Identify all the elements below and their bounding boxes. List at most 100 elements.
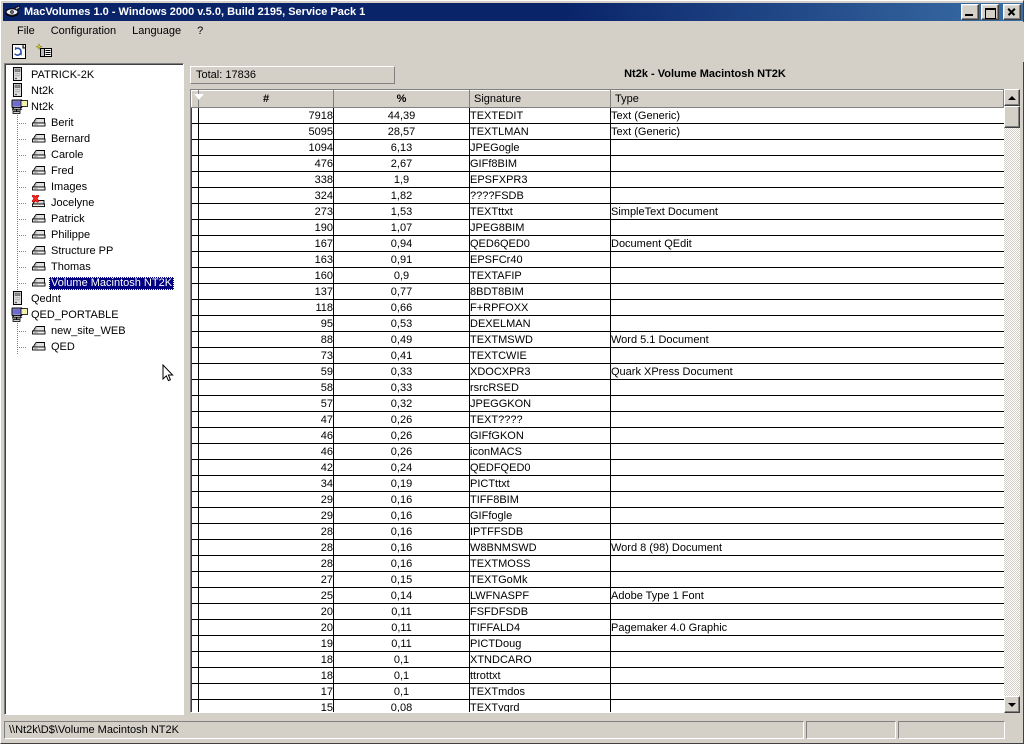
tree-node[interactable]: Bernard — [5, 131, 183, 147]
tree-node[interactable]: Structure PP — [5, 243, 183, 259]
table-row[interactable]: 137 0,77 8BDT8BIM — [191, 283, 1004, 300]
table-row[interactable]: 28 0,16 TEXTMOSS — [191, 555, 1004, 572]
tree-node[interactable]: Carole — [5, 147, 183, 163]
table-row[interactable]: 28 0,16 IPTFFSDB — [191, 523, 1004, 540]
vertical-scrollbar[interactable] — [1004, 89, 1020, 713]
tree-node[interactable]: QED — [5, 339, 183, 355]
new-report-button[interactable] — [33, 41, 55, 62]
column-header-signature[interactable]: Signature — [469, 90, 611, 108]
table-row[interactable]: 5095 28,57 TEXTLMAN Text (Generic) — [191, 123, 1004, 140]
table-row[interactable]: 118 0,66 F+RPFOXX — [191, 299, 1004, 316]
chevron-down-icon — [1008, 702, 1016, 707]
tree-node[interactable]: PATRICK-2K — [5, 67, 183, 83]
table-row[interactable]: 29 0,16 GIFfogle — [191, 507, 1004, 524]
tree-node-label: new_site_WEB — [51, 324, 126, 337]
table-row[interactable]: 476 2,67 GIFf8BIM — [191, 155, 1004, 172]
column-header-count[interactable]: # — [198, 90, 334, 108]
volume-tree-panel[interactable]: PATRICK-2K Nt2k Nt2k Berit Bernard Carole Fred… — [4, 63, 184, 715]
cell-signature: JPEG8BIM — [469, 219, 611, 236]
tree-node-label: Jocelyne — [51, 196, 95, 209]
tree-guide — [17, 115, 18, 131]
table-row[interactable]: 18 0,1 ttrottxt — [191, 667, 1004, 684]
table-row[interactable]: 73 0,41 TEXTCWIE — [191, 347, 1004, 364]
table-row[interactable]: 338 1,9 EPSFXPR3 — [191, 171, 1004, 188]
table-row[interactable]: 17 0,1 TEXTmdos — [191, 683, 1004, 700]
table-row[interactable]: 160 0,9 TEXTAFIP — [191, 267, 1004, 284]
tree-node[interactable]: Fred — [5, 163, 183, 179]
cell-count: 15 — [198, 699, 334, 712]
table-header-row: # % Signature Type — [191, 90, 1004, 108]
table-row[interactable]: 42 0,24 QEDFQED0 — [191, 459, 1004, 476]
table-row[interactable]: 1094 6,13 JPEGogle — [191, 139, 1004, 156]
maximize-button[interactable] — [981, 4, 999, 20]
tree-indent — [5, 275, 31, 291]
table-row[interactable]: 163 0,91 EPSFCr40 — [191, 251, 1004, 268]
menu-item-language[interactable]: Language — [124, 23, 189, 39]
menu-item-file[interactable]: File — [9, 23, 43, 39]
tree-node[interactable]: QED_PORTABLE — [5, 307, 183, 323]
tree-node[interactable]: new_site_WEB — [5, 323, 183, 339]
table-row[interactable]: 47 0,26 TEXT???? — [191, 411, 1004, 428]
table-row[interactable]: 20 0,11 FSFDFSDB — [191, 603, 1004, 620]
cell-count: 28 — [198, 555, 334, 572]
table-row[interactable]: 29 0,16 TIFF8BIM — [191, 491, 1004, 508]
refresh-button[interactable] — [8, 41, 30, 62]
table-row[interactable]: 27 0,15 TEXTGoMk — [191, 571, 1004, 588]
tree-node[interactable]: Volume Macintosh NT2K — [5, 275, 183, 291]
scroll-up-button[interactable] — [1004, 89, 1020, 106]
tree-node[interactable]: Patrick — [5, 211, 183, 227]
table-row[interactable]: 34 0,19 PICTttxt — [191, 475, 1004, 492]
scroll-track[interactable] — [1004, 106, 1020, 696]
table-row[interactable]: 19 0,11 PICTDoug — [191, 635, 1004, 652]
table-row[interactable]: 167 0,94 QED6QED0 Document QEdit — [191, 235, 1004, 252]
tree-node[interactable]: Qednt — [5, 291, 183, 307]
cell-signature: GIFfGKON — [469, 427, 611, 444]
table-row[interactable]: 15 0,08 TEXTvgrd — [191, 699, 1004, 712]
table-row[interactable]: 25 0,14 LWFNASPF Adobe Type 1 Font — [191, 587, 1004, 604]
row-gutter-header[interactable] — [191, 90, 204, 108]
table-row[interactable]: 88 0,49 TEXTMSWD Word 5.1 Document — [191, 331, 1004, 348]
tree-node[interactable]: Philippe — [5, 227, 183, 243]
cell-percent: 1,9 — [333, 171, 470, 188]
menu-item-configuration[interactable]: Configuration — [43, 23, 124, 39]
cell-percent: 1,53 — [333, 203, 470, 220]
table-row[interactable]: 324 1,82 ????FSDB — [191, 187, 1004, 204]
table-row[interactable]: 46 0,26 GIFfGKON — [191, 427, 1004, 444]
cell-percent: 44,39 — [333, 107, 470, 124]
cell-signature: 8BDT8BIM — [469, 283, 611, 300]
tree-node[interactable]: Nt2k — [5, 99, 183, 115]
tree-node[interactable]: Images — [5, 179, 183, 195]
table-row[interactable]: 190 1,07 JPEG8BIM — [191, 219, 1004, 236]
table-row[interactable]: 7918 44,39 TEXTEDIT Text (Generic) — [191, 107, 1004, 124]
scroll-down-button[interactable] — [1004, 696, 1020, 713]
tree-node[interactable]: Jocelyne — [5, 194, 183, 211]
table-row[interactable]: 20 0,11 TIFFALD4 Pagemaker 4.0 Graphic — [191, 619, 1004, 636]
table-row[interactable]: 59 0,33 XDOCXPR3 Quark XPress Document — [191, 363, 1004, 380]
table-row[interactable]: 57 0,32 JPEGGKON — [191, 395, 1004, 412]
table-row[interactable]: 28 0,16 W8BNMSWD Word 8 (98) Document — [191, 539, 1004, 556]
table-row[interactable]: 273 1,53 TEXTttxt SimpleText Document — [191, 203, 1004, 220]
column-header-percent[interactable]: % — [333, 90, 470, 108]
table-row[interactable]: 18 0,1 XTNDCARO — [191, 651, 1004, 668]
resize-grip[interactable] — [1008, 723, 1022, 737]
scroll-thumb[interactable] — [1004, 106, 1020, 128]
tree-node[interactable]: Berit — [5, 115, 183, 131]
column-header-type[interactable]: Type — [610, 90, 1004, 108]
tree-node[interactable]: Thomas — [5, 259, 183, 275]
table-row[interactable]: 95 0,53 DEXELMAN — [191, 315, 1004, 332]
report-header: Total: 17836 Nt2k - Volume Macintosh NT2… — [188, 63, 1022, 89]
volume-icon — [31, 227, 49, 243]
table-row[interactable]: 46 0,26 iconMACS — [191, 443, 1004, 460]
signature-table-container[interactable]: # % Signature Type 7918 44,39 TEXTEDIT Text… — [190, 89, 1020, 713]
cell-percent: 0,15 — [333, 571, 470, 588]
close-button[interactable] — [1003, 4, 1021, 20]
minimize-button[interactable] — [961, 4, 979, 20]
tree-guide — [17, 195, 18, 211]
volume-icon — [31, 131, 49, 147]
tree-node[interactable]: Nt2k — [5, 83, 183, 99]
table-row[interactable]: 58 0,33 rsrcRSED — [191, 379, 1004, 396]
cell-type — [610, 635, 1004, 652]
tree-node-label: Philippe — [51, 228, 91, 241]
signature-table: # % Signature Type 7918 44,39 TEXTEDIT Text… — [191, 90, 1004, 712]
menu-item-help[interactable]: ? — [189, 23, 211, 39]
